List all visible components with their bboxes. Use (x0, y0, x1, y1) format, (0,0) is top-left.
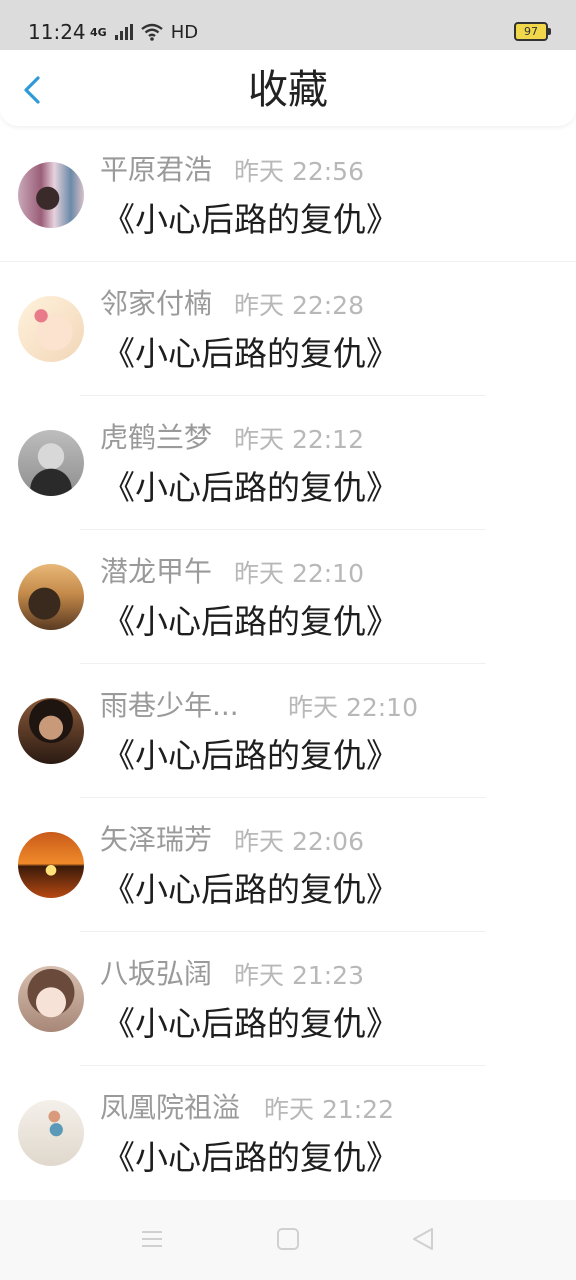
timestamp: 昨天 22:12 (234, 425, 364, 454)
avatar[interactable] (18, 966, 84, 1032)
timestamp: 昨天 22:10 (288, 693, 418, 722)
menu-button[interactable] (137, 1224, 167, 1254)
user-name: 虎鹤兰梦 (100, 421, 213, 454)
user-name: 平原君浩 (100, 153, 213, 186)
user-name: 邻家付楠 (100, 287, 213, 320)
back-nav-button[interactable] (408, 1224, 438, 1254)
user-name: 雨巷少年... (100, 689, 239, 722)
page-title: 收藏 (248, 67, 328, 113)
avatar[interactable] (18, 832, 84, 898)
list-item[interactable]: 邻家付楠 昨天 22:28 《小心后路的复仇》 (0, 262, 576, 396)
menu-icon (142, 1231, 162, 1247)
favorites-list: 平原君浩 昨天 22:56 《小心后路的复仇》 邻家付楠 昨天 22:28 《小… (0, 128, 576, 1200)
list-item[interactable]: 雨巷少年... 昨天 22:10 《小心后路的复仇》 (0, 664, 576, 798)
book-title: 《小心后路的复仇》 (102, 468, 399, 507)
avatar[interactable] (18, 162, 84, 228)
list-item[interactable]: 八坂弘阔 昨天 21:23 《小心后路的复仇》 (0, 932, 576, 1066)
square-icon (277, 1228, 299, 1250)
list-item[interactable]: 矢泽瑞芳 昨天 22:06 《小心后路的复仇》 (0, 798, 576, 932)
navigation-bar (0, 1200, 576, 1280)
timestamp: 昨天 22:28 (234, 291, 364, 320)
book-title: 《小心后路的复仇》 (102, 870, 399, 909)
timestamp: 昨天 22:10 (234, 559, 364, 588)
book-title: 《小心后路的复仇》 (102, 602, 399, 641)
signal-icon (114, 24, 133, 40)
hd-indicator: HD (170, 21, 199, 43)
battery-icon: 97 (514, 22, 551, 41)
header: 收藏 (0, 52, 576, 126)
timestamp: 昨天 22:06 (234, 827, 364, 856)
user-name: 矢泽瑞芳 (100, 823, 213, 856)
triangle-back-icon (413, 1228, 433, 1250)
book-title: 《小心后路的复仇》 (102, 736, 399, 775)
avatar[interactable] (18, 1100, 84, 1166)
list-item[interactable]: 平原君浩 昨天 22:56 《小心后路的复仇》 (0, 128, 576, 262)
status-icons: 4G HD (90, 20, 198, 44)
wifi-icon (140, 23, 163, 41)
network-type: 4G (90, 25, 107, 39)
book-title: 《小心后路的复仇》 (102, 1138, 399, 1177)
avatar[interactable] (18, 430, 84, 496)
status-time: 11:24 (28, 20, 86, 44)
home-button[interactable] (273, 1224, 303, 1254)
avatar[interactable] (18, 564, 84, 630)
user-name: 潜龙甲午 (100, 555, 213, 588)
book-title: 《小心后路的复仇》 (102, 1004, 399, 1043)
timestamp: 昨天 21:23 (234, 961, 364, 990)
list-item[interactable]: 潜龙甲午 昨天 22:10 《小心后路的复仇》 (0, 530, 576, 664)
status-bar: 11:24 4G HD 97 (0, 0, 576, 50)
timestamp: 昨天 22:56 (234, 157, 364, 186)
user-name: 凤凰院祖溢 (100, 1091, 241, 1124)
avatar[interactable] (18, 698, 84, 764)
avatar[interactable] (18, 296, 84, 362)
list-item[interactable]: 虎鹤兰梦 昨天 22:12 《小心后路的复仇》 (0, 396, 576, 530)
timestamp: 昨天 21:22 (264, 1095, 394, 1124)
book-title: 《小心后路的复仇》 (102, 334, 399, 373)
user-name: 八坂弘阔 (100, 957, 213, 990)
list-item[interactable]: 凤凰院祖溢 昨天 21:22 《小心后路的复仇》 (0, 1066, 576, 1200)
book-title: 《小心后路的复仇》 (102, 200, 399, 239)
